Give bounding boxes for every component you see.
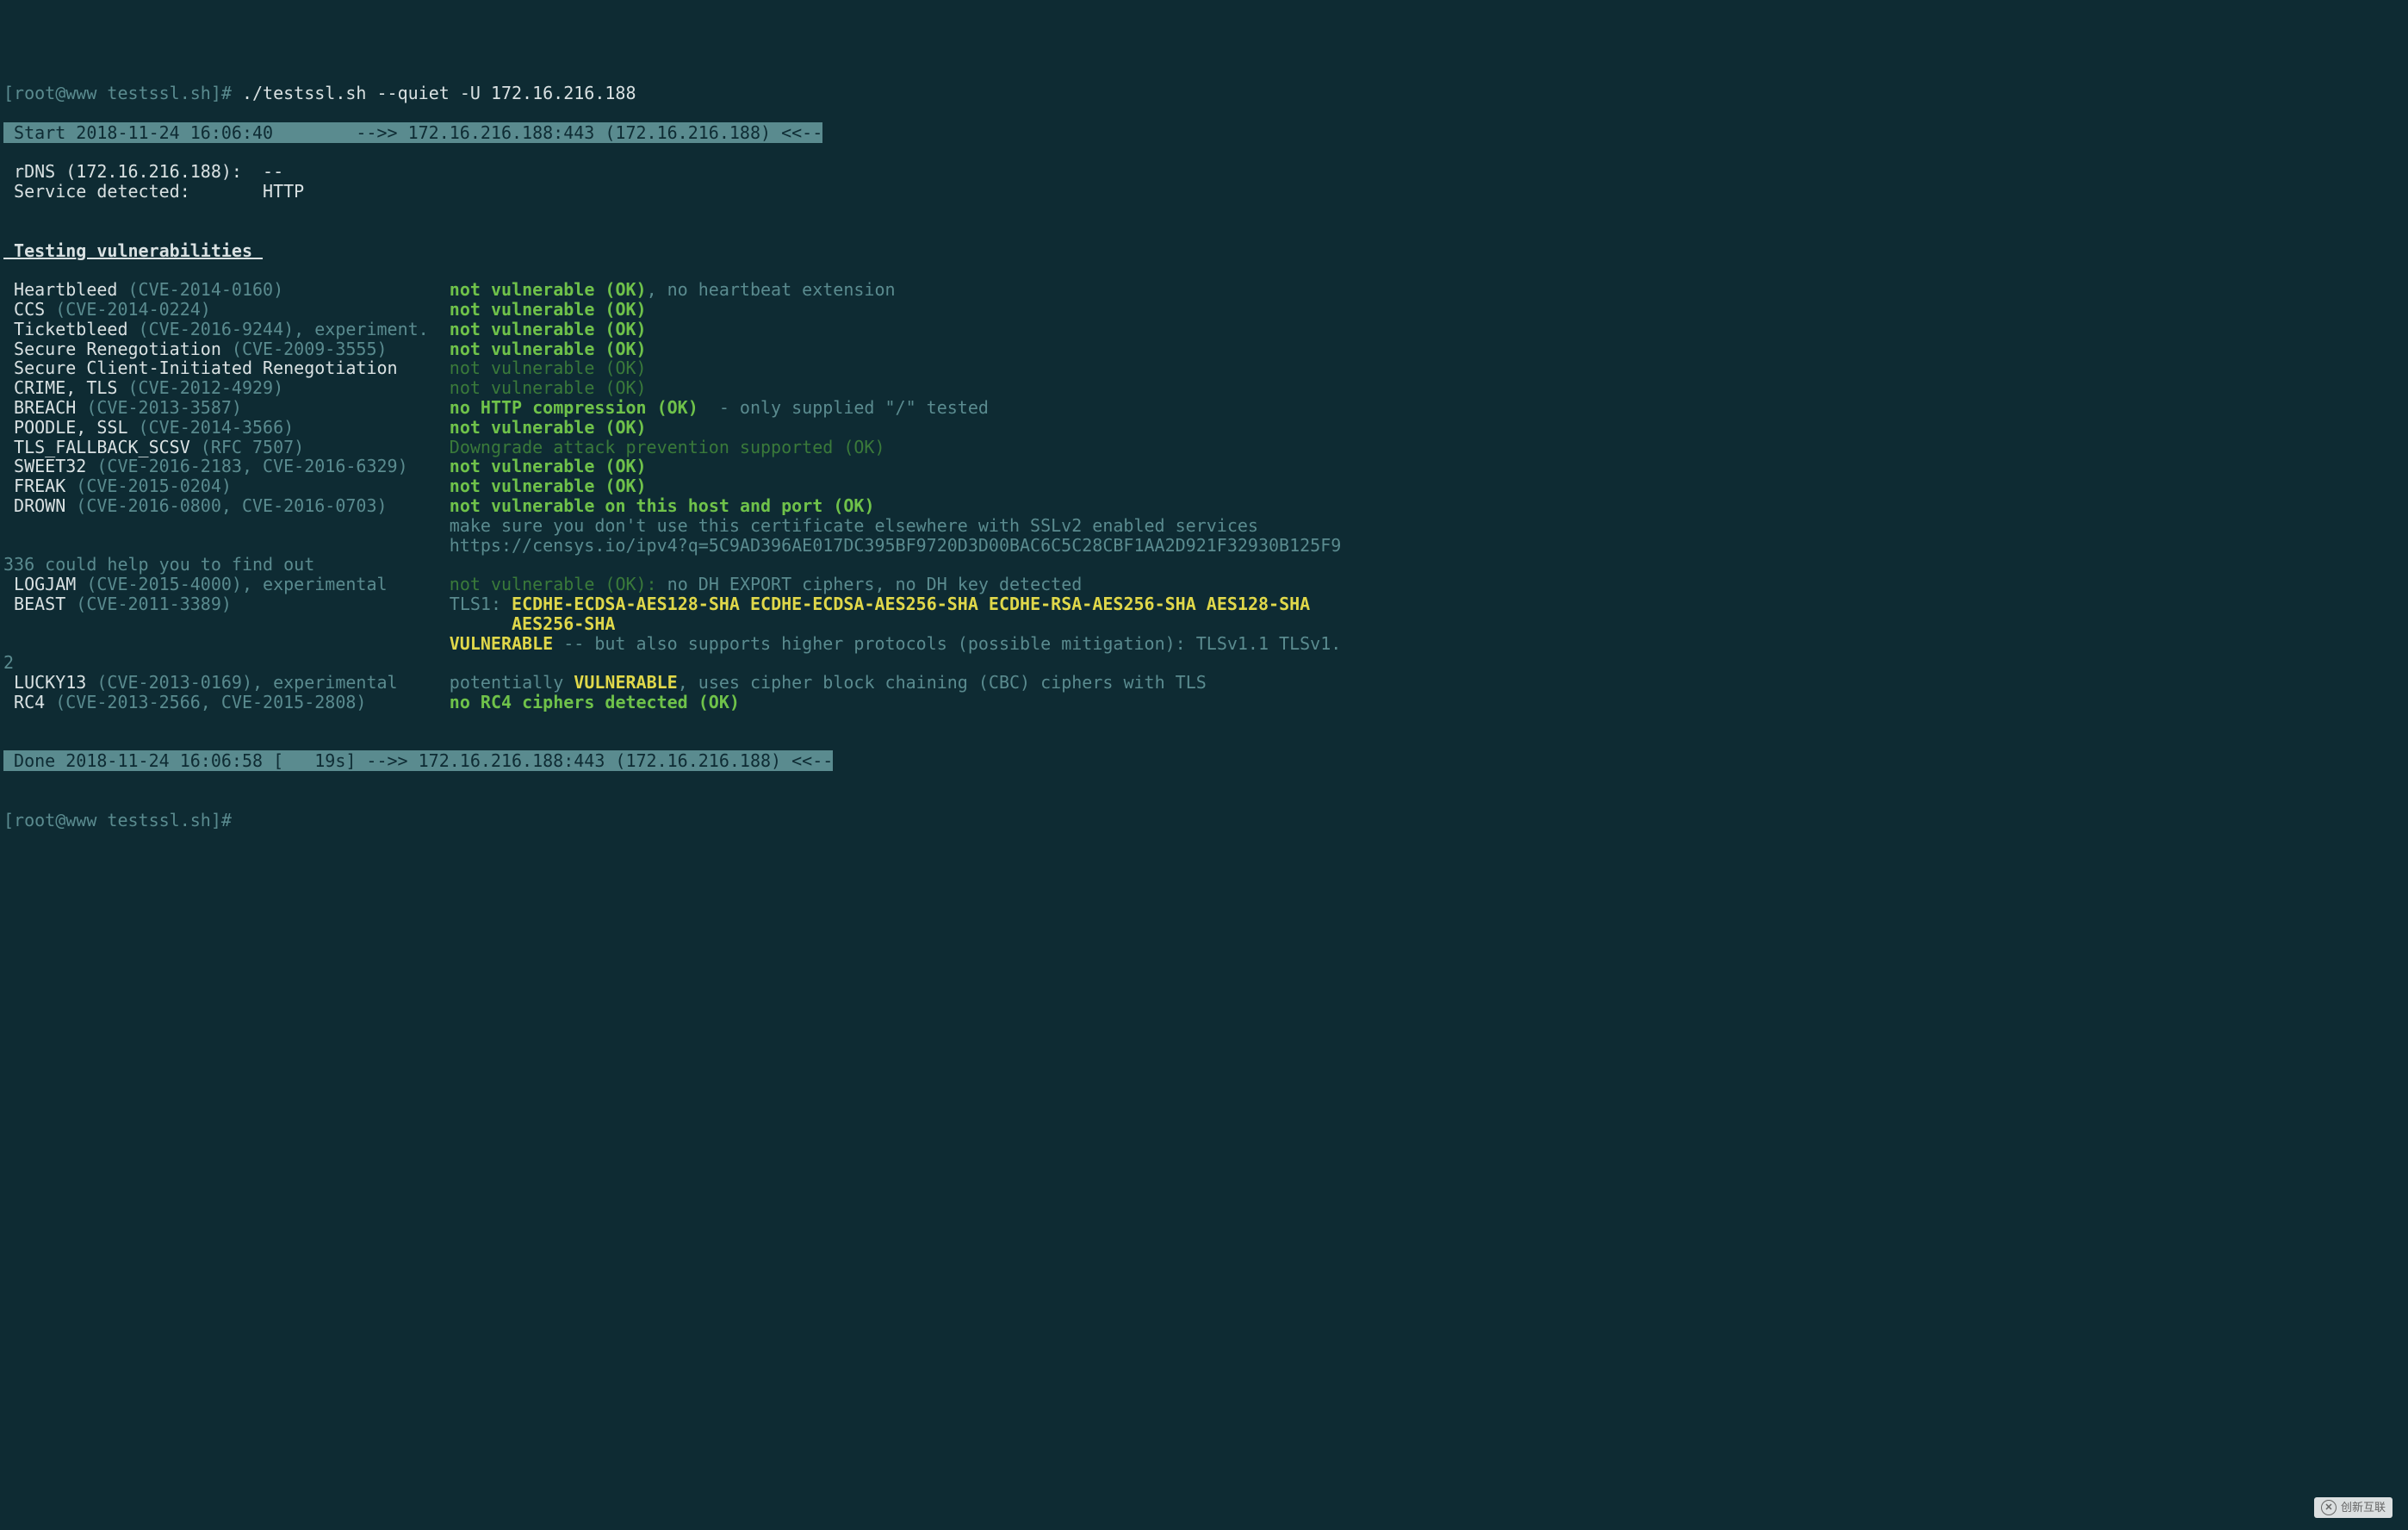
start-banner: Start 2018-11-24 16:06:40 -->> 172.16.21…	[3, 122, 822, 143]
vuln-ccs: CCS (CVE-2014-0224) not vulnerable (OK)	[3, 299, 647, 320]
vuln-drown: DROWN (CVE-2016-0800, CVE-2016-0703) not…	[3, 495, 874, 516]
vuln-beast-wrap: 2	[3, 652, 14, 673]
vuln-poodle: POODLE, SSL (CVE-2014-3566) not vulnerab…	[3, 417, 647, 438]
vuln-ticketbleed: Ticketbleed (CVE-2016-9244), experiment.…	[3, 319, 647, 339]
vuln-secure-renegotiation: Secure Renegotiation (CVE-2009-3555) not…	[3, 339, 647, 359]
drown-note-wrap: 336 could help you to find out	[3, 554, 314, 575]
vuln-logjam: LOGJAM (CVE-2015-4000), experimental not…	[3, 574, 1082, 594]
drown-note-2: https://censys.io/ipv4?q=5C9AD396AE017DC…	[3, 535, 1341, 556]
rdns-line: rDNS (172.16.216.188): --	[3, 161, 283, 182]
watermark-logo-icon: ✕	[2321, 1500, 2337, 1515]
watermark-text: 创新互联	[2341, 1502, 2386, 1514]
section-header: Testing vulnerabilities	[3, 240, 263, 261]
prompt-line: [root@www testssl.sh]#	[3, 83, 242, 103]
prompt-end: [root@www testssl.sh]#	[3, 810, 242, 830]
vuln-crime: CRIME, TLS (CVE-2012-4929) not vulnerabl…	[3, 377, 647, 398]
vuln-client-renegotiation: Secure Client-Initiated Renegotiation no…	[3, 358, 647, 378]
watermark-badge: ✕ 创新互联	[2314, 1497, 2392, 1518]
vuln-fallback-scsv: TLS_FALLBACK_SCSV (RFC 7507) Downgrade a…	[3, 437, 885, 457]
vuln-sweet32: SWEET32 (CVE-2016-2183, CVE-2016-6329) n…	[3, 456, 647, 476]
vuln-beast-vulnerable: VULNERABLE -- but also supports higher p…	[3, 633, 1341, 654]
vuln-rc4: RC4 (CVE-2013-2566, CVE-2015-2808) no RC…	[3, 692, 740, 712]
vuln-beast-ciphers2: AES256-SHA	[3, 613, 615, 634]
vuln-freak: FREAK (CVE-2015-0204) not vulnerable (OK…	[3, 476, 647, 496]
drown-note-1: make sure you don't use this certificate…	[3, 515, 1258, 536]
vuln-beast: BEAST (CVE-2011-3389) TLS1: ECDHE-ECDSA-…	[3, 594, 1310, 614]
service-line: Service detected: HTTP	[3, 181, 304, 202]
vuln-lucky13: LUCKY13 (CVE-2013-0169), experimental po…	[3, 672, 1207, 693]
command-text: ./testssl.sh --quiet -U 172.16.216.188	[242, 83, 636, 103]
vuln-breach: BREACH (CVE-2013-3587) no HTTP compressi…	[3, 397, 989, 418]
vuln-heartbleed: Heartbleed (CVE-2014-0160) not vulnerabl…	[3, 279, 896, 300]
done-banner: Done 2018-11-24 16:06:58 [ 19s] -->> 172…	[3, 750, 833, 771]
terminal-output: [root@www testssl.sh]# ./testssl.sh --qu…	[3, 84, 2405, 830]
